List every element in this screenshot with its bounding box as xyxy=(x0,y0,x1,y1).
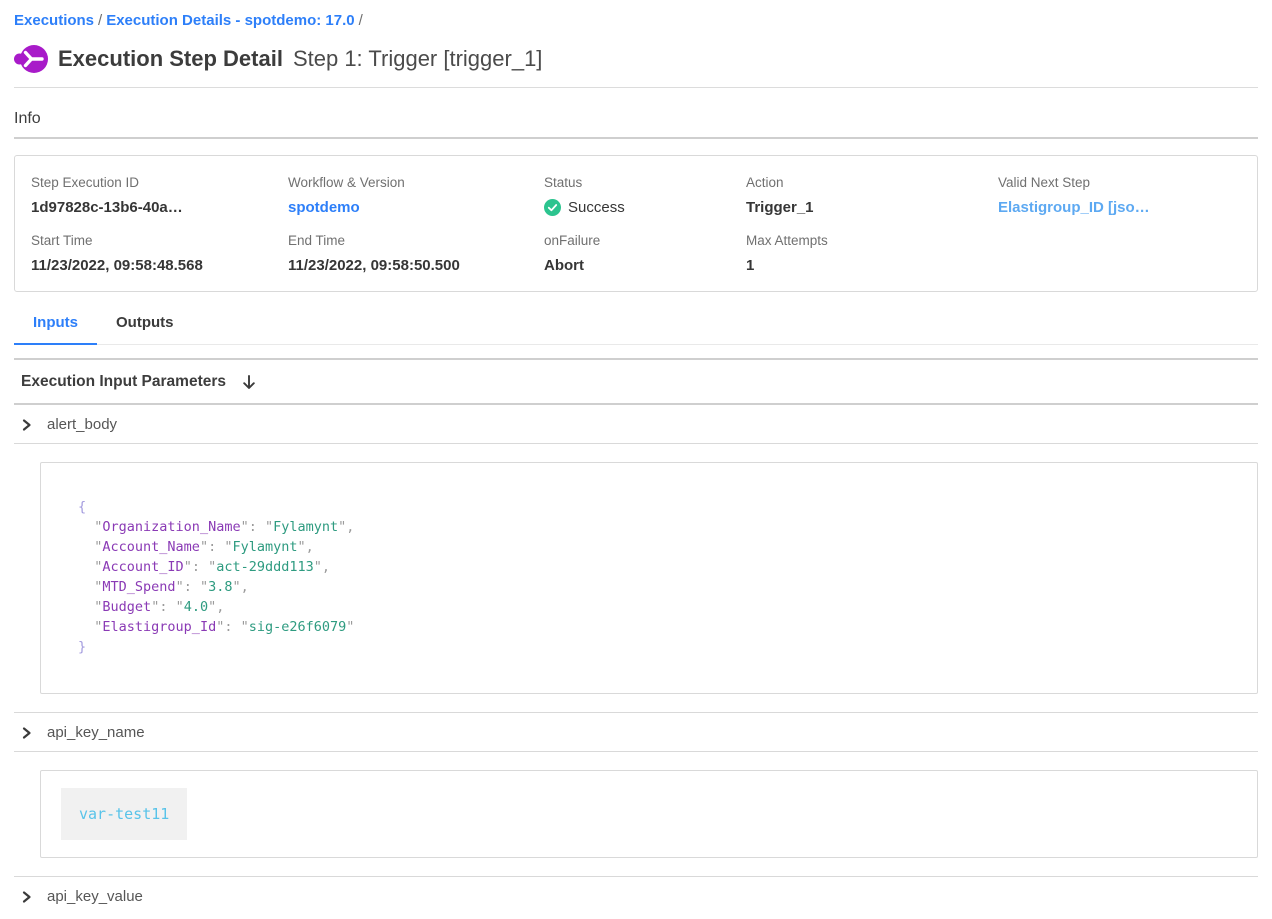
field-status: Status Success xyxy=(544,175,746,216)
chevron-right-icon xyxy=(20,890,33,904)
param-row-api-key-name[interactable]: api_key_name xyxy=(14,713,1258,751)
api-key-name-value: var-test11 xyxy=(61,788,187,840)
tab-inputs[interactable]: Inputs xyxy=(14,314,97,344)
info-divider xyxy=(14,137,1258,139)
field-step-execution-id: Step Execution ID 1d97828c-13b6-40a… xyxy=(31,175,288,216)
header-divider xyxy=(14,87,1258,88)
status-badge: Success xyxy=(544,199,746,216)
next-step-link[interactable]: Elastigroup_ID [jso… xyxy=(998,199,1241,216)
execution-input-parameters-title: Execution Input Parameters xyxy=(21,373,226,391)
workflow-link[interactable]: spotdemo xyxy=(288,199,544,216)
execution-input-parameters-header: Execution Input Parameters xyxy=(14,360,1258,403)
execution-step-detail-page: Executions/Execution Details - spotdemo:… xyxy=(0,0,1272,915)
page-title: Execution Step Detail xyxy=(58,46,283,72)
page-header: Execution Step Detail Step 1: Trigger [t… xyxy=(14,44,1258,74)
tab-outputs[interactable]: Outputs xyxy=(97,314,193,344)
field-label: Workflow & Version xyxy=(288,175,544,190)
collapse-all-arrow-icon[interactable] xyxy=(241,374,257,391)
field-value: Abort xyxy=(544,257,746,274)
param-row-alert-body[interactable]: alert_body xyxy=(14,405,1258,443)
param-row-api-key-value[interactable]: api_key_value xyxy=(14,877,1258,915)
field-valid-next-step: Valid Next Step Elastigroup_ID [jso… xyxy=(998,175,1241,216)
field-onfailure: onFailure Abort xyxy=(544,233,746,274)
info-section-title: Info xyxy=(14,110,1258,128)
field-label: Step Execution ID xyxy=(31,175,288,190)
field-label: onFailure xyxy=(544,233,746,248)
chevron-right-icon xyxy=(20,726,33,740)
breadcrumb-link-executions[interactable]: Executions xyxy=(14,12,94,29)
success-check-icon xyxy=(544,199,561,216)
breadcrumb-link-execution-details[interactable]: Execution Details - spotdemo: 17.0 xyxy=(106,12,354,29)
field-value: 11/23/2022, 09:58:50.500 xyxy=(288,257,544,274)
breadcrumb-separator: / xyxy=(94,12,106,29)
field-value: 11/23/2022, 09:58:48.568 xyxy=(31,257,288,274)
field-max-attempts: Max Attempts 1 xyxy=(746,233,998,274)
alert-body-panel: { "Organization_Name": "Fylamynt", "Acco… xyxy=(40,462,1258,694)
field-workflow-version: Workflow & Version spotdemo xyxy=(288,175,544,216)
fylamynt-logo-icon xyxy=(14,44,48,74)
field-label: Action xyxy=(746,175,998,190)
field-value: 1d97828c-13b6-40a… xyxy=(31,199,288,216)
field-label: End Time xyxy=(288,233,544,248)
tab-bar: Inputs Outputs xyxy=(14,314,1258,345)
field-label: Valid Next Step xyxy=(998,175,1241,190)
field-start-time: Start Time 11/23/2022, 09:58:48.568 xyxy=(31,233,288,274)
breadcrumb: Executions/Execution Details - spotdemo:… xyxy=(14,12,1258,29)
page-subtitle: Step 1: Trigger [trigger_1] xyxy=(293,46,542,72)
row-divider xyxy=(14,751,1258,752)
breadcrumb-separator: / xyxy=(355,12,367,29)
param-name: api_key_value xyxy=(47,888,143,905)
status-text: Success xyxy=(568,199,625,216)
field-label: Max Attempts xyxy=(746,233,998,248)
field-value: Trigger_1 xyxy=(746,199,998,216)
param-name: api_key_name xyxy=(47,724,145,741)
field-label: Start Time xyxy=(31,233,288,248)
field-action: Action Trigger_1 xyxy=(746,175,998,216)
field-empty xyxy=(998,233,1241,274)
info-card: Step Execution ID 1d97828c-13b6-40a… Wor… xyxy=(14,155,1258,292)
field-end-time: End Time 11/23/2022, 09:58:50.500 xyxy=(288,233,544,274)
alert-body-code: { "Organization_Name": "Fylamynt", "Acco… xyxy=(41,463,1257,693)
chevron-right-icon xyxy=(20,418,33,432)
api-key-name-panel: var-test11 xyxy=(40,770,1258,858)
field-value: 1 xyxy=(746,257,998,274)
field-label: Status xyxy=(544,175,746,190)
param-name: alert_body xyxy=(47,416,117,433)
row-divider xyxy=(14,443,1258,444)
